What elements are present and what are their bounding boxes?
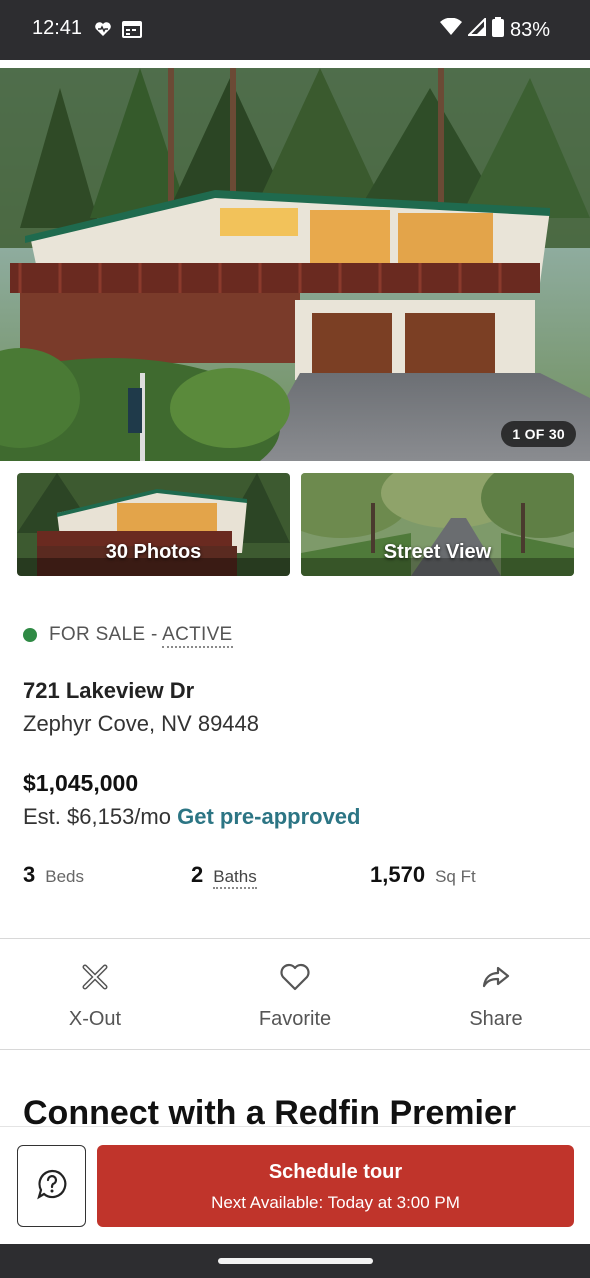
beds-label: Beds — [45, 867, 84, 886]
bottom-action-bar: Schedule tour Next Available: Today at 3… — [0, 1126, 590, 1244]
signal-icon — [466, 16, 486, 42]
street-view-button[interactable]: Street View — [301, 473, 574, 576]
address-street: 721 Lakeview Dr — [23, 678, 195, 703]
schedule-tour-subtitle: Next Available: Today at 3:00 PM — [211, 1193, 460, 1212]
calendar-icon — [122, 20, 142, 43]
beds-value: 3 — [23, 862, 36, 887]
status-time: 12:41 — [32, 17, 83, 39]
share-button[interactable]: Share — [426, 962, 566, 1031]
x-out-button[interactable]: X-Out — [25, 962, 165, 1031]
favorite-button[interactable]: Favorite — [225, 962, 365, 1031]
x-out-icon — [80, 962, 110, 998]
photos-thumbnail-label: 30 Photos — [105, 541, 202, 563]
system-navigation-bar — [0, 1244, 590, 1278]
question-chat-icon — [36, 1168, 68, 1205]
schedule-tour-title: Schedule tour — [268, 1161, 403, 1183]
estimated-payment-line: Est. $6,153/mo Get pre-approved — [23, 804, 360, 830]
schedule-tour-button[interactable]: Schedule tour Next Available: Today at 3… — [97, 1145, 574, 1227]
heart-pulse-icon — [94, 20, 112, 43]
baths-value: 2 — [191, 862, 204, 887]
street-view-label: Street View — [383, 541, 492, 563]
get-preapproved-link[interactable]: Get pre-approved — [177, 804, 360, 829]
status-active-link[interactable]: ACTIVE — [162, 624, 233, 648]
status-dot-icon — [23, 628, 37, 642]
share-label: Share — [469, 1008, 523, 1030]
ask-question-button[interactable] — [17, 1145, 86, 1227]
photos-thumbnail-button[interactable]: 30 Photos — [17, 473, 290, 576]
sqft-stat: 1,570 Sq Ft — [370, 862, 476, 888]
share-arrow-icon — [481, 962, 511, 998]
address-city: Zephyr Cove, NV 89448 — [23, 711, 260, 736]
favorite-label: Favorite — [258, 1008, 332, 1030]
divider — [0, 938, 590, 939]
beds-stat: 3 Beds — [23, 862, 84, 888]
listing-actions: X-Out Favorite Share — [0, 962, 590, 1032]
wifi-icon — [439, 17, 462, 42]
status-bar: 12:41 83% — [0, 0, 590, 60]
property-stats: 3 Beds 2 Baths 1,570 Sq Ft — [0, 862, 590, 892]
estimated-payment: Est. $6,153/mo — [23, 804, 171, 829]
status-prefix: FOR SALE - — [49, 624, 163, 645]
photo-counter: 1 OF 30 — [501, 421, 576, 447]
sqft-label: Sq Ft — [435, 867, 476, 886]
listing-price: $1,045,000 — [23, 770, 139, 796]
listing-hero-photo[interactable]: 1 OF 30 — [0, 68, 590, 461]
divider — [0, 1049, 590, 1050]
battery-icon — [491, 17, 504, 43]
baths-label[interactable]: Baths — [213, 867, 257, 889]
listing-status: FOR SALE - ACTIVE — [23, 624, 233, 648]
heart-icon — [279, 962, 311, 998]
house-photo-image — [0, 68, 590, 461]
sqft-value: 1,570 — [370, 862, 426, 887]
home-gesture-handle[interactable] — [218, 1258, 373, 1264]
battery-percent: 83% — [509, 18, 550, 41]
x-out-label: X-Out — [68, 1008, 122, 1030]
baths-stat[interactable]: 2 Baths — [191, 862, 257, 889]
